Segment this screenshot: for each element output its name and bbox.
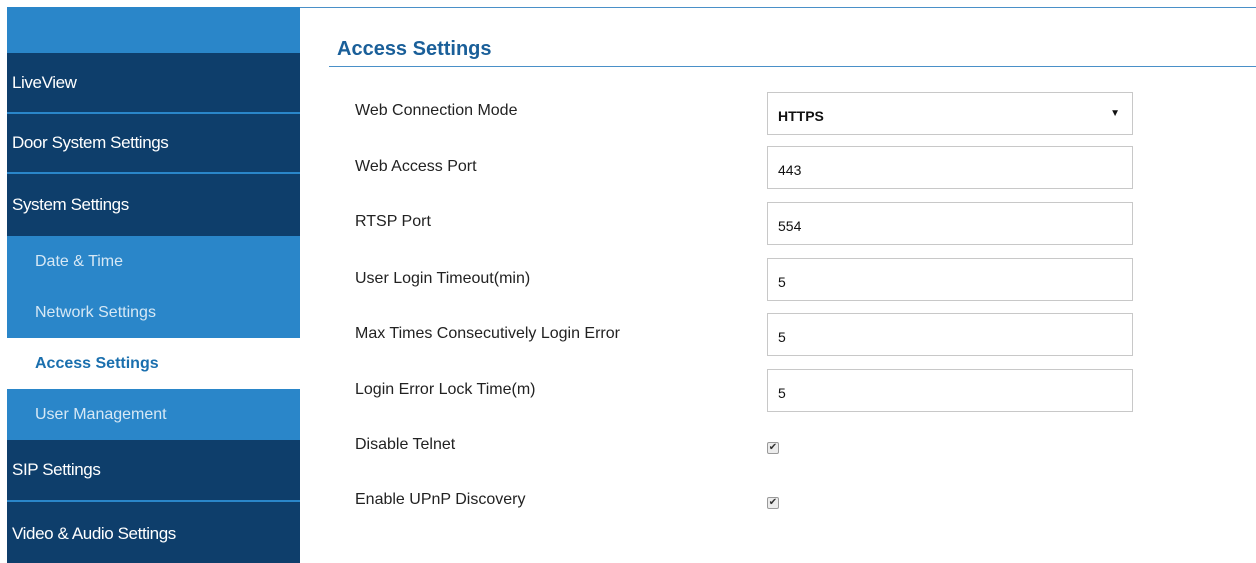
rtsp-port-value: 554 xyxy=(778,217,802,234)
sidebar-header xyxy=(7,7,300,53)
web-access-port-input[interactable]: 443 xyxy=(767,146,1133,189)
sidebar-subitem-date-time[interactable]: Date & Time xyxy=(7,236,300,287)
sidebar-item-video-audio-settings[interactable]: Video & Audio Settings xyxy=(7,502,300,563)
sidebar-item-label: Door System Settings xyxy=(12,133,169,152)
checkmark-icon: ✔ xyxy=(768,497,778,508)
sidebar-item-system-settings[interactable]: System Settings xyxy=(7,174,300,236)
title-divider xyxy=(329,66,1256,67)
sidebar-item-door-system-settings[interactable]: Door System Settings xyxy=(7,114,300,174)
enable-upnp-label: Enable UPnP Discovery xyxy=(355,491,526,508)
max-login-error-value: 5 xyxy=(778,328,786,345)
sidebar: LiveView Door System Settings System Set… xyxy=(7,7,300,563)
sidebar-subitem-user-management[interactable]: User Management xyxy=(7,389,300,440)
sidebar-item-label: Date & Time xyxy=(35,252,124,270)
max-login-error-label: Max Times Consecutively Login Error xyxy=(355,325,620,342)
sidebar-item-label: Access Settings xyxy=(35,354,159,372)
lock-time-input[interactable]: 5 xyxy=(767,369,1133,412)
sidebar-item-sip-settings[interactable]: SIP Settings xyxy=(7,440,300,502)
sidebar-item-label: Video & Audio Settings xyxy=(12,523,176,543)
top-divider xyxy=(300,7,1256,8)
page-title: Access Settings xyxy=(337,38,492,60)
caret-down-icon: ▼ xyxy=(1110,108,1120,119)
checkmark-icon: ✔ xyxy=(768,442,778,453)
sidebar-item-label: System Settings xyxy=(12,195,129,214)
lock-time-value: 5 xyxy=(778,384,786,401)
web-access-port-value: 443 xyxy=(778,161,802,178)
login-timeout-input[interactable]: 5 xyxy=(767,258,1133,301)
max-login-error-input[interactable]: 5 xyxy=(767,313,1133,356)
login-timeout-label: User Login Timeout(min) xyxy=(355,270,531,287)
page: LiveView Door System Settings System Set… xyxy=(0,0,1256,563)
web-connection-mode-label: Web Connection Mode xyxy=(355,102,518,119)
enable-upnp-checkbox[interactable]: ✔ xyxy=(767,497,779,509)
login-timeout-value: 5 xyxy=(778,273,786,290)
rtsp-port-label: RTSP Port xyxy=(355,213,431,230)
sidebar-subitem-network-settings[interactable]: Network Settings xyxy=(7,287,300,338)
disable-telnet-checkbox[interactable]: ✔ xyxy=(767,442,779,454)
sidebar-subitem-access-settings[interactable]: Access Settings xyxy=(7,338,300,389)
sidebar-item-label: User Management xyxy=(35,405,167,423)
rtsp-port-input[interactable]: 554 xyxy=(767,202,1133,245)
web-access-port-label: Web Access Port xyxy=(355,158,477,175)
sidebar-item-label: Network Settings xyxy=(35,303,156,321)
web-connection-mode-value: HTTPS xyxy=(778,107,824,124)
lock-time-label: Login Error Lock Time(m) xyxy=(355,381,536,398)
sidebar-item-label: LiveView xyxy=(12,72,77,92)
web-connection-mode-select[interactable]: HTTPS ▼ xyxy=(767,92,1133,135)
disable-telnet-label: Disable Telnet xyxy=(355,436,456,453)
sidebar-item-liveview[interactable]: LiveView xyxy=(7,53,300,114)
sidebar-item-label: SIP Settings xyxy=(12,460,101,479)
